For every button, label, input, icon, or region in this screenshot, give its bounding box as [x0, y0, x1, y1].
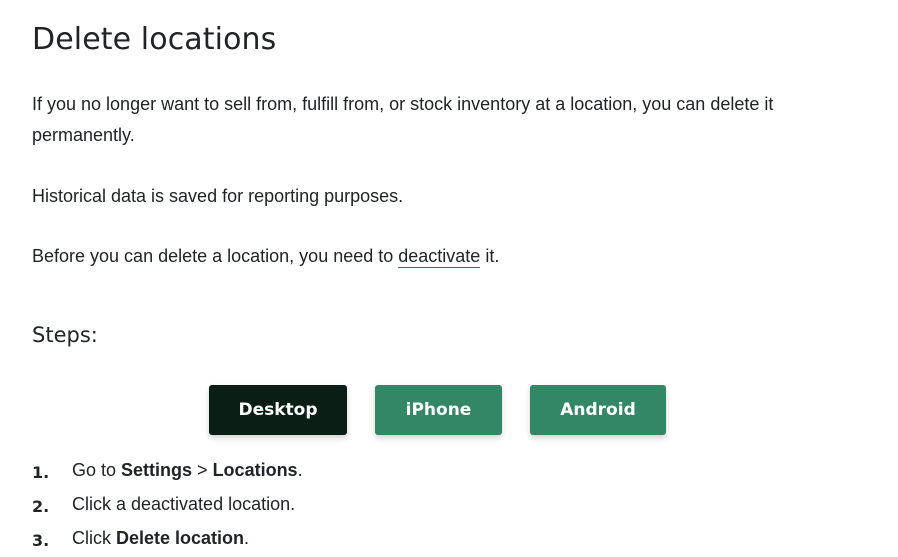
step-text-after: .: [297, 460, 303, 480]
step-text-after: .: [244, 528, 250, 548]
step-number: 1.: [32, 463, 50, 482]
step-text: Click a deactivated location.: [72, 494, 296, 514]
locations-label: Locations: [212, 460, 298, 480]
step-text: Click Delete location.: [72, 523, 249, 554]
deactivate-text-after: it.: [480, 246, 500, 266]
page-title: Delete locations: [32, 22, 277, 57]
step-text: Go to Settings > Locations.: [72, 455, 303, 486]
step-number: 3.: [32, 531, 50, 550]
steps-heading: Steps:: [32, 323, 98, 347]
deactivate-text-before: Before you can delete a location, you ne…: [32, 246, 399, 266]
tab-android[interactable]: Android: [530, 385, 666, 435]
delete-location-label: Delete location: [116, 528, 245, 548]
step-separator: >: [192, 460, 213, 480]
intro-paragraph-deactivate-first: Before you can delete a location, you ne…: [32, 241, 499, 272]
intro-paragraph-historical-data: Historical data is saved for reporting p…: [32, 186, 404, 206]
settings-label: Settings: [121, 460, 193, 480]
step-text-before: Go to: [72, 460, 122, 480]
tab-iphone[interactable]: iPhone: [375, 385, 502, 435]
deactivate-link[interactable]: deactivate: [398, 246, 481, 268]
intro-paragraph-delete-permanently: If you no longer want to sell from, fulf…: [32, 94, 774, 145]
step-number: 2.: [32, 497, 50, 516]
tab-desktop[interactable]: Desktop: [209, 385, 347, 435]
step-text-before: Click: [72, 528, 116, 548]
